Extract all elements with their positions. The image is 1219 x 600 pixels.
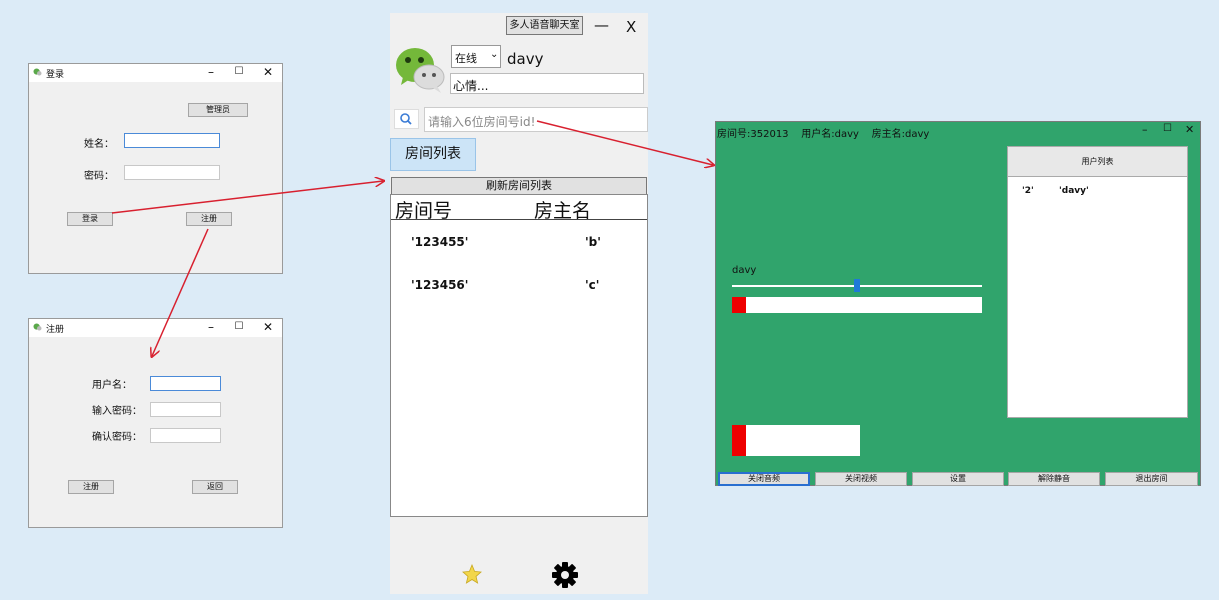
search-icon: [400, 113, 412, 125]
maximize-icon[interactable]: ☐: [232, 65, 246, 79]
local-video-preview: [732, 425, 860, 456]
app-logo-icon: [33, 323, 42, 331]
settings-button[interactable]: 设置: [912, 472, 1004, 486]
search-button[interactable]: [394, 109, 419, 129]
user-name: 'davy': [1059, 186, 1089, 196]
back-button[interactable]: 返回: [192, 480, 238, 494]
voice-chat-button[interactable]: 多人语音聊天室: [506, 16, 583, 35]
chevron-down-icon: ⌄: [490, 49, 499, 60]
tab-room-list[interactable]: 房间列表: [390, 138, 476, 171]
app-logo-icon: [33, 68, 42, 76]
register-submit-button[interactable]: 注册: [68, 480, 114, 494]
room-owner-cell: 'b': [585, 235, 601, 249]
password-input[interactable]: [124, 165, 220, 180]
register-title: 注册: [46, 325, 65, 335]
room-window: 房间号:352013 用户名:davy 房主名:davy – ☐ ✕ 用户列表 …: [715, 121, 1201, 486]
minimize-icon[interactable]: —: [594, 16, 609, 34]
username-label: davy: [507, 50, 544, 68]
star-icon[interactable]: [462, 564, 482, 584]
close-icon[interactable]: ✕: [261, 65, 275, 79]
password-label: 密码：: [84, 171, 114, 182]
status-select[interactable]: 在线 ⌄: [451, 45, 501, 68]
table-row[interactable]: '123456' 'c': [391, 273, 647, 297]
login-button[interactable]: 登录: [67, 212, 113, 226]
room-window-title: 房间号:352013 用户名:davy 房主名:davy: [717, 129, 930, 140]
close-icon[interactable]: ✕: [261, 320, 275, 334]
login-window: 登录 – ☐ ✕ 管理员 姓名： 密码： 登录 注册: [28, 63, 283, 274]
maximize-icon[interactable]: ☐: [232, 320, 246, 334]
column-room-id: 房间号: [395, 200, 453, 222]
main-panel: 多人语音聊天室 — X 在线 ⌄ davy 心情... 请输入6位房间号id! …: [390, 13, 648, 594]
username-label: 用户名：: [92, 380, 132, 391]
audio-level-fill: [732, 297, 746, 313]
gear-icon[interactable]: [551, 561, 579, 589]
room-id-cell: '123456': [411, 278, 469, 292]
mute-audio-button[interactable]: 关闭音频: [718, 472, 810, 486]
password-label: 输入密码：: [92, 406, 142, 417]
refresh-room-list-button[interactable]: 刷新房间列表: [391, 177, 647, 195]
local-video-indicator: [732, 425, 746, 456]
minimize-icon[interactable]: –: [1142, 123, 1148, 136]
room-search-input[interactable]: 请输入6位房间号id!: [424, 107, 648, 132]
minimize-icon[interactable]: –: [204, 65, 218, 79]
volume-slider[interactable]: [732, 279, 982, 292]
name-label: 姓名：: [84, 139, 114, 150]
room-table: 房间号 房主名 '123455' 'b' '123456' 'c': [390, 194, 648, 517]
close-video-button[interactable]: 关闭视频: [815, 472, 907, 486]
status-value: 在线: [455, 52, 477, 65]
list-item[interactable]: '2' 'davy': [1008, 185, 1187, 199]
mood-text: 心情...: [453, 79, 489, 93]
room-id-cell: '123455': [411, 235, 469, 249]
column-owner: 房主名: [534, 200, 592, 222]
user-list-panel: 用户列表 '2' 'davy': [1007, 146, 1188, 418]
admin-button[interactable]: 管理员: [188, 103, 248, 117]
close-icon[interactable]: X: [626, 18, 636, 36]
room-owner-cell: 'c': [585, 278, 600, 292]
user-list-header: 用户列表: [1008, 147, 1187, 177]
search-placeholder: 请输入6位房间号id!: [428, 115, 536, 129]
minimize-icon[interactable]: –: [204, 320, 218, 334]
username-input[interactable]: [150, 376, 221, 391]
register-window: 注册 – ☐ ✕ 用户名： 输入密码： 确认密码： 注册 返回: [28, 318, 283, 528]
register-button[interactable]: 注册: [186, 212, 232, 226]
maximize-icon[interactable]: ☐: [1163, 123, 1172, 134]
user-id: '2': [1022, 186, 1034, 196]
name-input[interactable]: [124, 133, 220, 148]
mood-input[interactable]: 心情...: [450, 73, 644, 94]
register-titlebar: 注册 – ☐ ✕: [29, 319, 282, 337]
audio-level-bar: [732, 297, 982, 313]
password-input[interactable]: [150, 402, 221, 417]
login-titlebar: 登录 – ☐ ✕: [29, 64, 282, 82]
confirm-password-label: 确认密码：: [92, 432, 142, 443]
wechat-avatar-icon: [396, 48, 445, 93]
speaker-name: davy: [732, 265, 757, 276]
login-title: 登录: [46, 70, 65, 80]
confirm-password-input[interactable]: [150, 428, 221, 443]
room-table-header: 房间号 房主名: [391, 195, 647, 222]
volume-slider-thumb[interactable]: [854, 279, 860, 292]
exit-room-button[interactable]: 退出房间: [1105, 472, 1198, 486]
unmute-button[interactable]: 解除静音: [1008, 472, 1100, 486]
close-icon[interactable]: ✕: [1185, 123, 1194, 136]
table-row[interactable]: '123455' 'b': [391, 230, 647, 254]
